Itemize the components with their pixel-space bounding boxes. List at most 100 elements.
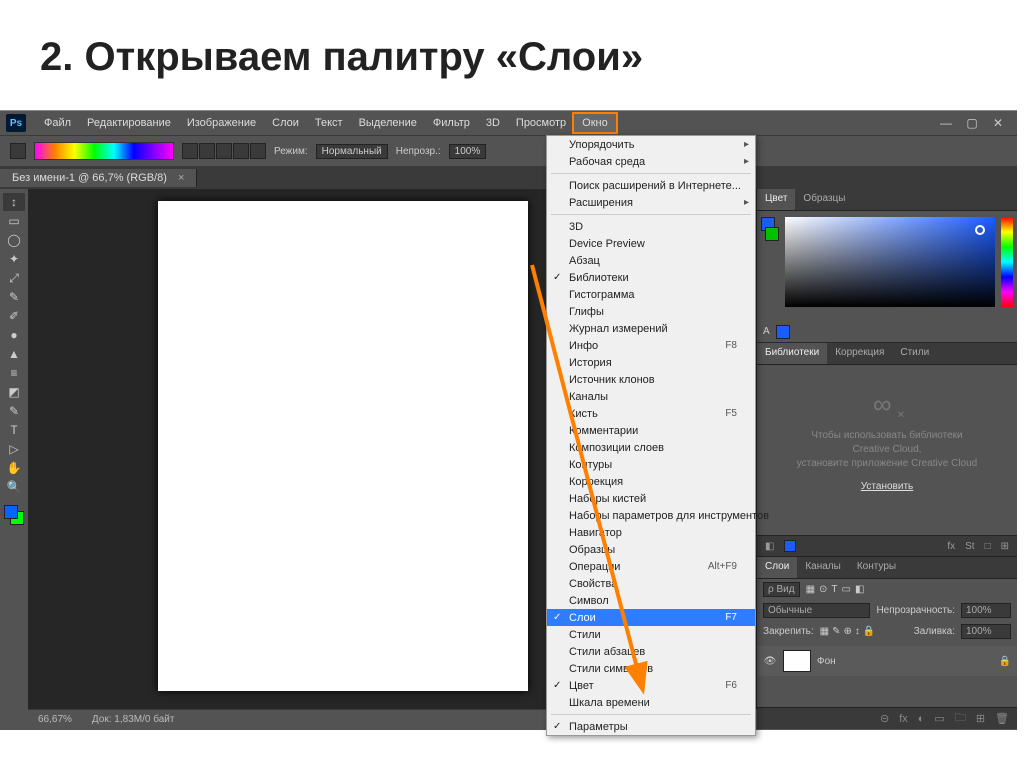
strip-icon-4[interactable]: □: [985, 541, 991, 552]
tool-5[interactable]: ✎: [3, 288, 25, 306]
strip-icon-0[interactable]: ◧: [765, 541, 774, 552]
tool-6[interactable]: ✐: [3, 307, 25, 325]
gradient-radial-icon[interactable]: [199, 143, 215, 159]
tool-2[interactable]: ◯: [3, 231, 25, 249]
menu-item-цвет[interactable]: ✓ЦветF6: [547, 677, 755, 694]
gradient-angle-icon[interactable]: [216, 143, 232, 159]
menu-редактирование[interactable]: Редактирование: [79, 114, 179, 132]
hue-slider[interactable]: [1001, 217, 1013, 307]
lock-btn-0[interactable]: ▦: [820, 626, 829, 637]
fill-field[interactable]: 100%: [961, 624, 1011, 639]
color-field[interactable]: [785, 217, 995, 307]
tab-libraries[interactable]: Библиотеки: [757, 343, 827, 364]
strip-icon-2[interactable]: fx: [947, 541, 955, 552]
menu-item-операции[interactable]: ОперацииAlt+F9: [547, 558, 755, 575]
tab-channels[interactable]: Каналы: [797, 557, 849, 578]
color-swatches[interactable]: [2, 503, 26, 527]
fg-bg-swatch[interactable]: [761, 217, 777, 247]
menu-item-3d[interactable]: 3D: [547, 218, 755, 235]
tool-preset-button[interactable]: [10, 143, 26, 159]
menu-item-символ[interactable]: Символ: [547, 592, 755, 609]
strip-icon-5[interactable]: ⊞: [1001, 541, 1009, 552]
gradient-preview[interactable]: [34, 142, 174, 160]
menu-item-гистограмма[interactable]: Гистограмма: [547, 286, 755, 303]
filter-icon-4[interactable]: ◧: [855, 584, 864, 595]
menu-item-композиции-слоев[interactable]: Композиции слоев: [547, 439, 755, 456]
tab-adjustments[interactable]: Коррекция: [827, 343, 892, 364]
tool-12[interactable]: T: [3, 421, 25, 439]
menu-item-история[interactable]: История: [547, 354, 755, 371]
tool-8[interactable]: ▲: [3, 345, 25, 363]
menu-item-стили-символов[interactable]: Стили символов: [547, 660, 755, 677]
close-tab-icon[interactable]: ×: [178, 172, 184, 184]
menu-3d[interactable]: 3D: [478, 114, 508, 132]
layer-thumbnail[interactable]: [783, 650, 811, 672]
menu-файл[interactable]: Файл: [36, 114, 79, 132]
layer-opacity-field[interactable]: 100%: [961, 603, 1011, 618]
menu-item-библиотеки[interactable]: ✓Библиотеки: [547, 269, 755, 286]
filter-icon-3[interactable]: ▭: [842, 584, 851, 595]
filter-icon-0[interactable]: ▦: [806, 584, 815, 595]
tool-14[interactable]: ✋: [3, 459, 25, 477]
menu-item-глифы[interactable]: Глифы: [547, 303, 755, 320]
menu-фильтр[interactable]: Фильтр: [425, 114, 478, 132]
tool-4[interactable]: ⤢: [3, 269, 25, 287]
layer-action-5[interactable]: ⊞: [976, 712, 985, 725]
menu-изображение[interactable]: Изображение: [179, 114, 264, 132]
menu-item-инфо[interactable]: ИнфоF8: [547, 337, 755, 354]
strip-icon-3[interactable]: St: [965, 541, 974, 552]
menu-item-стили-абзацев[interactable]: Стили абзацев: [547, 643, 755, 660]
gradient-reflected-icon[interactable]: [233, 143, 249, 159]
menu-item-комментарии[interactable]: Комментарии: [547, 422, 755, 439]
menu-item-наборы-кистей[interactable]: Наборы кистей: [547, 490, 755, 507]
strip-icon-1[interactable]: [784, 540, 796, 552]
tool-9[interactable]: ≡: [3, 364, 25, 382]
opacity-field[interactable]: 100%: [449, 144, 487, 159]
menu-item-параметры[interactable]: ✓Параметры: [547, 718, 755, 735]
menu-item-слои[interactable]: ✓СлоиF7: [547, 609, 755, 626]
tool-11[interactable]: ✎: [3, 402, 25, 420]
layer-action-1[interactable]: fx: [899, 713, 908, 725]
menu-item-поиск-расширений-в-интернете...[interactable]: Поиск расширений в Интернете...: [547, 177, 755, 194]
menu-item-образцы[interactable]: Образцы: [547, 541, 755, 558]
tool-7[interactable]: ●: [3, 326, 25, 344]
menu-item-свойства[interactable]: Свойства: [547, 575, 755, 592]
lock-btn-1[interactable]: ✎: [832, 626, 840, 637]
layer-item[interactable]: 👁 Фон 🔒: [757, 646, 1017, 676]
tool-3[interactable]: ✦: [3, 250, 25, 268]
canvas[interactable]: [158, 201, 528, 691]
menu-item-наборы-параметров-для-инструментов[interactable]: Наборы параметров для инструментов: [547, 507, 755, 524]
tab-styles[interactable]: Стили: [892, 343, 937, 364]
window-menu-dropdown[interactable]: УпорядочитьРабочая среда Поиск расширений…: [546, 135, 756, 736]
layer-action-2[interactable]: ◐: [918, 713, 925, 725]
menu-item-коррекция[interactable]: Коррекция: [547, 473, 755, 490]
menu-item-шкала-времени[interactable]: Шкала времени: [547, 694, 755, 711]
menu-item-упорядочить[interactable]: Упорядочить: [547, 136, 755, 153]
close-button[interactable]: ✕: [991, 116, 1005, 130]
minimize-button[interactable]: —: [939, 116, 953, 130]
menu-item-источник-клонов[interactable]: Источник клонов: [547, 371, 755, 388]
filter-icon-1[interactable]: ⊙: [819, 584, 827, 595]
tab-paths[interactable]: Контуры: [849, 557, 904, 578]
filter-icon-2[interactable]: T: [831, 584, 837, 595]
tool-15[interactable]: 🔍: [3, 478, 25, 496]
menu-слои[interactable]: Слои: [264, 114, 307, 132]
document-tab[interactable]: Без имени-1 @ 66,7% (RGB/8) ×: [0, 169, 197, 187]
layer-action-6[interactable]: 🗑: [995, 712, 1009, 725]
layer-action-0[interactable]: ⊝: [880, 712, 889, 725]
tool-10[interactable]: ◩: [3, 383, 25, 401]
menu-текст[interactable]: Текст: [307, 114, 351, 132]
menu-item-навигатор[interactable]: Навигатор: [547, 524, 755, 541]
menu-item-device-preview[interactable]: Device Preview: [547, 235, 755, 252]
menu-item-кисть[interactable]: КистьF5: [547, 405, 755, 422]
layer-filter-kind[interactable]: ρ Вид: [763, 582, 800, 597]
menu-item-рабочая-среда[interactable]: Рабочая среда: [547, 153, 755, 170]
menu-item-расширения[interactable]: Расширения: [547, 194, 755, 211]
tab-layers[interactable]: Слои: [757, 557, 797, 578]
menu-item-стили[interactable]: Стили: [547, 626, 755, 643]
tool-0[interactable]: ↕: [3, 193, 25, 211]
menu-окно[interactable]: Окно: [574, 114, 616, 132]
menu-item-каналы[interactable]: Каналы: [547, 388, 755, 405]
lock-btn-3[interactable]: ↕: [855, 626, 860, 637]
menu-item-абзац[interactable]: Абзац: [547, 252, 755, 269]
